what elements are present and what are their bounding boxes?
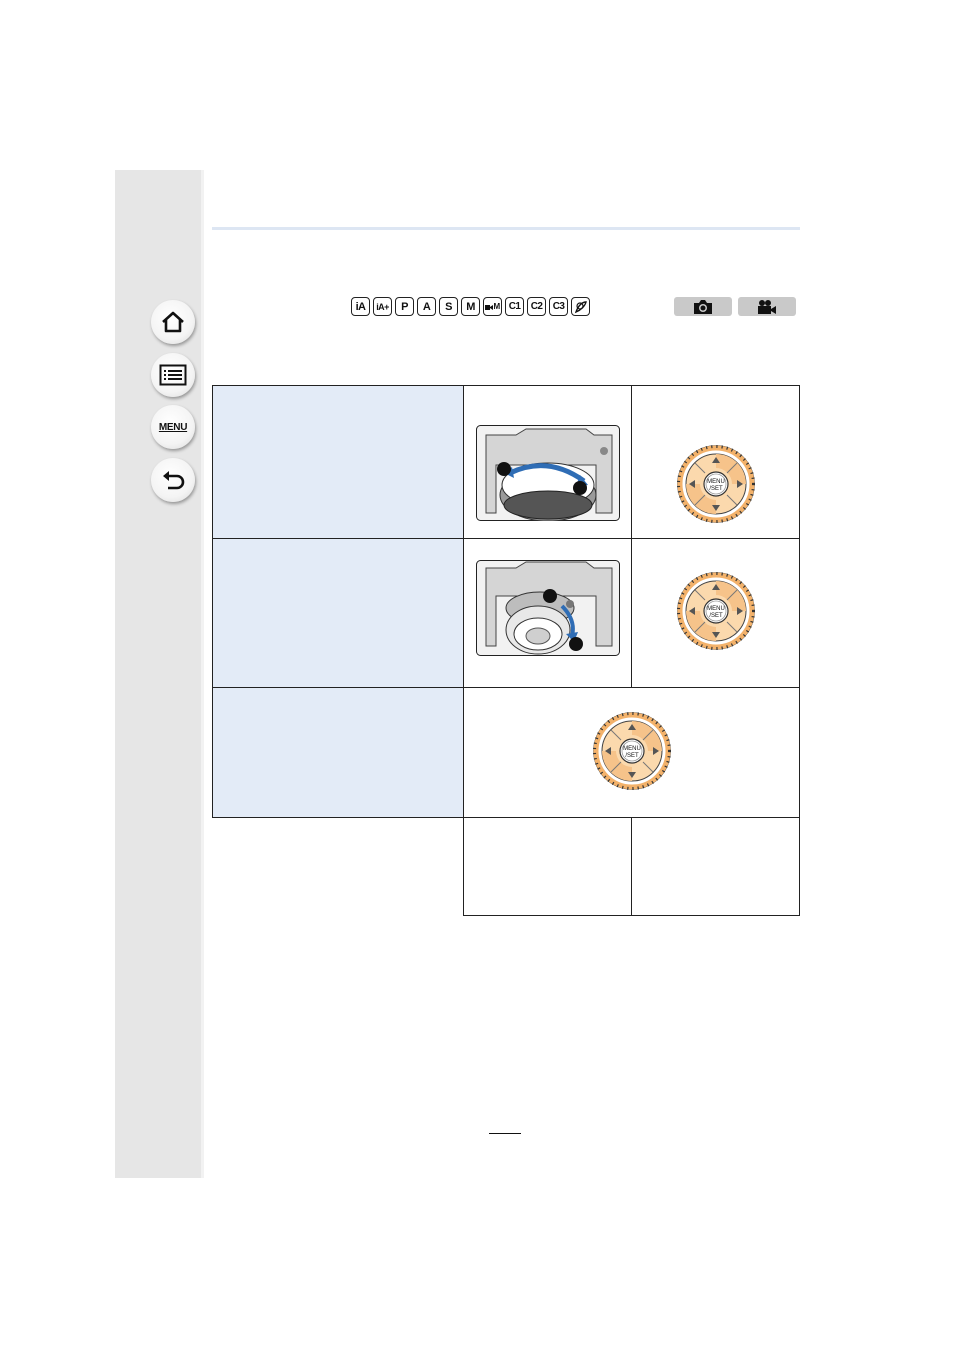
row-label bbox=[212, 817, 464, 916]
back-button[interactable] bbox=[151, 458, 195, 502]
control-dial-cell: MENU /SET bbox=[631, 538, 800, 688]
home-button[interactable] bbox=[151, 300, 195, 344]
lens-photo bbox=[475, 559, 620, 656]
mode-a: A bbox=[417, 297, 436, 316]
mode-creative-video: M bbox=[483, 297, 502, 316]
movie-tag bbox=[738, 297, 796, 316]
lens-photo bbox=[475, 424, 620, 521]
control-dial-icon: MENU /SET bbox=[592, 711, 672, 791]
dial-set-text: /SET bbox=[625, 753, 639, 759]
row-label bbox=[212, 687, 464, 818]
contents-button[interactable] bbox=[151, 353, 195, 397]
control-dial-icon: MENU /SET bbox=[676, 444, 756, 524]
lens-mount-illustration bbox=[463, 538, 632, 688]
list-icon bbox=[159, 364, 187, 386]
row-label bbox=[212, 385, 464, 539]
table-row: MENU /SET bbox=[212, 385, 800, 539]
lens-ring-illustration bbox=[463, 385, 632, 539]
control-dial-cell: MENU /SET bbox=[631, 385, 800, 539]
movie-camera-icon bbox=[758, 299, 776, 314]
dial-menu-text: MENU bbox=[707, 479, 725, 485]
mode-c3: C3 bbox=[549, 297, 568, 316]
mode-m: M bbox=[461, 297, 480, 316]
table-row bbox=[212, 817, 800, 916]
back-arrow-icon bbox=[163, 471, 185, 490]
mode-p: P bbox=[395, 297, 414, 316]
sidebar-edge bbox=[201, 170, 204, 1178]
header-rule bbox=[212, 227, 800, 230]
dial-set-text: /SET bbox=[709, 486, 723, 492]
text-cell bbox=[631, 817, 800, 916]
camera-icon bbox=[694, 299, 712, 314]
home-icon bbox=[162, 311, 184, 333]
menu-button[interactable]: MENU bbox=[151, 405, 195, 449]
palette-icon bbox=[574, 300, 587, 313]
mode-s: S bbox=[439, 297, 458, 316]
row-label bbox=[212, 538, 464, 688]
photo-tag bbox=[674, 297, 732, 316]
movie-small-icon bbox=[485, 304, 494, 310]
control-dial-icon: MENU /SET bbox=[676, 571, 756, 651]
control-dial-cell: MENU /SET bbox=[463, 687, 800, 818]
mode-c2: C2 bbox=[527, 297, 546, 316]
menu-icon: MENU bbox=[158, 421, 188, 433]
mode-creative-control bbox=[571, 297, 590, 316]
operation-table: MENU /SET MENU /SET MENU /SET bbox=[212, 385, 800, 916]
dial-menu-text: MENU bbox=[623, 746, 641, 752]
recording-modes: iA iA+ P A S M M C1 C2 C3 bbox=[351, 297, 590, 316]
mode-intelligent-auto: iA bbox=[351, 297, 370, 316]
mode-intelligent-auto-plus: iA+ bbox=[373, 297, 392, 316]
table-row: MENU /SET bbox=[212, 687, 800, 818]
text-cell bbox=[463, 817, 632, 916]
mode-c1: C1 bbox=[505, 297, 524, 316]
table-row: MENU /SET bbox=[212, 538, 800, 688]
page-number bbox=[489, 1119, 521, 1134]
dial-menu-text: MENU bbox=[707, 606, 725, 612]
dial-set-text: /SET bbox=[709, 613, 723, 619]
